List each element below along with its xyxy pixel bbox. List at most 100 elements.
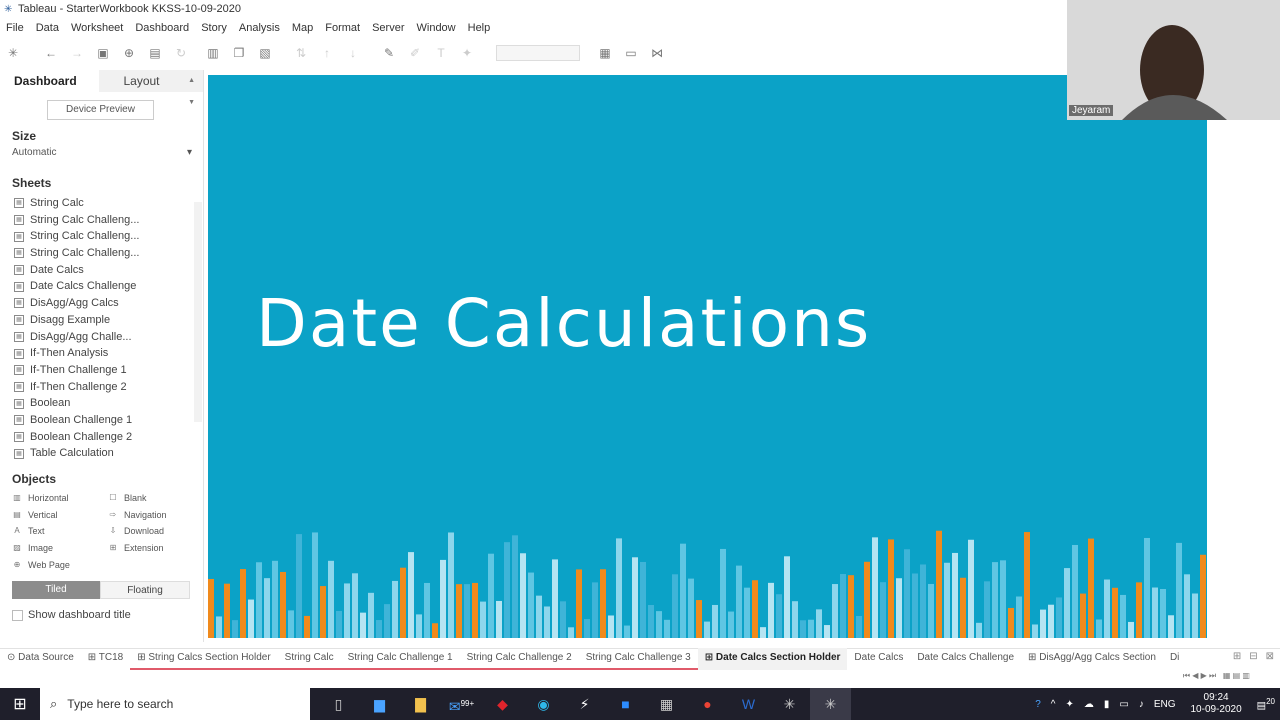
show-dashboard-title-checkbox[interactable]: Show dashboard title <box>12 609 203 621</box>
share-icon[interactable]: ⋈ <box>644 42 670 64</box>
menu-story[interactable]: Story <box>195 19 233 38</box>
sheet-item[interactable]: ▦ String Calc Challeng... <box>0 245 203 262</box>
sheet-tab[interactable]: Date Calcs <box>847 648 910 670</box>
help-icon[interactable]: ? <box>1035 699 1041 710</box>
menu-map[interactable]: Map <box>286 19 319 38</box>
sheet-item[interactable]: ▦ DisAgg/Agg Calcs <box>0 295 203 312</box>
new-worksheet-icon[interactable]: ▥ <box>200 42 226 64</box>
dropbox-icon[interactable]: ✦ <box>1065 699 1073 710</box>
onedrive-icon[interactable]: ☁ <box>1084 699 1094 710</box>
menu-server[interactable]: Server <box>366 19 410 38</box>
volume-icon[interactable]: ♪ <box>1139 699 1144 710</box>
duplicate-icon[interactable]: ❐ <box>226 42 252 64</box>
new-worksheet-icon[interactable]: ⊞ <box>1233 651 1241 662</box>
power-automate-icon[interactable]: ⚡ <box>564 688 605 720</box>
refresh-icon[interactable]: ↻ <box>168 42 194 64</box>
menu-help[interactable]: Help <box>462 19 497 38</box>
object-horizontal[interactable]: ▥ Horizontal <box>12 490 108 507</box>
clock[interactable]: 09:24 10-09-2020 <box>1190 692 1241 716</box>
presentation-mode-icon[interactable]: ▭ <box>618 42 644 64</box>
object-web-page[interactable]: ⊕ Web Page <box>12 557 108 574</box>
object-extension[interactable]: ⊞ Extension <box>108 540 204 557</box>
tab-data-source[interactable]: ⊙ Data Source <box>0 648 81 670</box>
sheet-item[interactable]: ▦ If-Then Analysis <box>0 345 203 362</box>
tab-navigation-arrows[interactable]: ⏮ ◀ ▶ ⏭ ▦ ▤ ▥ <box>1183 671 1250 681</box>
acrobat-icon[interactable]: ◆ <box>482 688 523 720</box>
sheet-item[interactable]: ▦ Boolean <box>0 395 203 412</box>
menu-file[interactable]: File <box>0 19 30 38</box>
floating-button[interactable]: Floating <box>100 581 190 600</box>
sheet-item[interactable]: ▦ Date Calcs Challenge <box>0 278 203 295</box>
save-icon[interactable]: ▣ <box>90 42 116 64</box>
tableau-icon[interactable]: ✳ <box>769 688 810 720</box>
sheet-item[interactable]: ▦ String Calc <box>0 195 203 212</box>
highlight-icon[interactable]: ✎ <box>376 42 402 64</box>
store-app-icon[interactable]: ▆ <box>359 688 400 720</box>
new-data-source-icon[interactable]: ⊕ <box>116 42 142 64</box>
tableau-home-icon[interactable]: ✳ <box>0 42 26 64</box>
object-image[interactable]: ▨ Image <box>12 540 108 557</box>
redo-icon[interactable]: → <box>64 42 90 64</box>
device-preview-button[interactable]: Device Preview <box>47 100 154 120</box>
sheet-tab[interactable]: ⊞ String Calcs Section Holder <box>130 648 278 670</box>
sheet-item[interactable]: ▦ Disagg Example <box>0 312 203 329</box>
tab-layout[interactable]: Layout ▲ ▼ <box>99 70 203 106</box>
menu-data[interactable]: Data <box>30 19 65 38</box>
sheet-item[interactable]: ▦ Boolean Challenge 2 <box>0 429 203 446</box>
tiled-button[interactable]: Tiled <box>12 581 100 600</box>
menu-analysis[interactable]: Analysis <box>233 19 286 38</box>
language-indicator[interactable]: ENG <box>1154 699 1176 710</box>
chevron-up-icon[interactable]: ^ <box>1051 699 1056 710</box>
show-cards-icon[interactable]: ▦ <box>592 42 618 64</box>
pin-axes-icon[interactable]: ✦ <box>454 42 480 64</box>
fit-selector[interactable] <box>496 45 580 61</box>
sheet-item[interactable]: ▦ String Calc Challeng... <box>0 212 203 229</box>
sort-descending-icon[interactable]: ↓ <box>340 42 366 64</box>
sort-ascending-icon[interactable]: ↑ <box>314 42 340 64</box>
chrome-icon[interactable]: ● <box>687 688 728 720</box>
pause-updates-icon[interactable]: ▤ <box>142 42 168 64</box>
windows-start-icon[interactable]: ⊞ <box>0 694 40 714</box>
object-download[interactable]: ⇩ Download <box>108 523 204 540</box>
dashboard-canvas[interactable]: Date Calculations <box>208 75 1207 638</box>
swap-icon[interactable]: ⇅ <box>288 42 314 64</box>
sheet-tab[interactable]: ⊞ TC18 <box>81 648 130 670</box>
sheet-tab[interactable]: String Calc Challenge 2 <box>459 648 579 670</box>
sheet-tab-active[interactable]: ⊞ Date Calcs Section Holder <box>697 647 848 670</box>
file-explorer-icon[interactable]: ▇ <box>400 688 441 720</box>
menu-worksheet[interactable]: Worksheet <box>65 19 129 38</box>
object-vertical[interactable]: ▤ Vertical <box>12 507 108 524</box>
sheet-tab[interactable]: Di <box>1163 648 1186 670</box>
tab-dashboard[interactable]: Dashboard <box>0 70 99 92</box>
sheet-item[interactable]: ▦ Date Calcs <box>0 262 203 279</box>
sheet-item[interactable]: ▦ Boolean Challenge 1 <box>0 412 203 429</box>
new-story-icon[interactable]: ⊠ <box>1266 651 1274 662</box>
taskbar-search[interactable]: ⌕ Type here to search <box>40 688 310 720</box>
menu-dashboard[interactable]: Dashboard <box>129 19 195 38</box>
tableau-active-icon[interactable]: ✳ <box>810 688 851 720</box>
sheet-tab[interactable]: String Calc Challenge 1 <box>340 648 460 670</box>
calculator-icon[interactable]: ▦ <box>646 688 687 720</box>
notifications-icon[interactable]: ▤20 <box>1257 697 1275 711</box>
clear-sheet-icon[interactable]: ▧ <box>252 42 278 64</box>
object-text[interactable]: A Text <box>12 523 108 540</box>
sheet-item[interactable]: ▦ Table Calculation <box>0 445 203 462</box>
show-labels-icon[interactable]: T <box>428 42 454 64</box>
new-dashboard-icon[interactable]: ⊟ <box>1249 651 1257 662</box>
object-navigation[interactable]: ⇨ Navigation <box>108 507 204 524</box>
sheet-item[interactable]: ▦ String Calc Challeng... <box>0 228 203 245</box>
sheet-tab[interactable]: String Calc <box>277 648 341 670</box>
sheet-tab[interactable]: ⊞ DisAgg/Agg Calcs Section <box>1021 648 1163 670</box>
sheet-tab[interactable]: Date Calcs Challenge <box>910 648 1021 670</box>
sheets-scrollbar[interactable] <box>194 202 202 422</box>
sheet-item[interactable]: ▦ DisAgg/Agg Challe... <box>0 329 203 346</box>
menu-format[interactable]: Format <box>319 19 366 38</box>
menu-window[interactable]: Window <box>411 19 462 38</box>
group-icon[interactable]: ✐ <box>402 42 428 64</box>
battery-icon[interactable]: ▭ <box>1119 699 1128 710</box>
size-dropdown[interactable]: Automatic ▾ <box>12 147 192 158</box>
task-view-icon[interactable]: ▯ <box>318 688 359 720</box>
sheet-item[interactable]: ▦ If-Then Challenge 1 <box>0 362 203 379</box>
undo-icon[interactable]: ← <box>38 42 64 64</box>
sheet-item[interactable]: ▦ If-Then Challenge 2 <box>0 379 203 396</box>
